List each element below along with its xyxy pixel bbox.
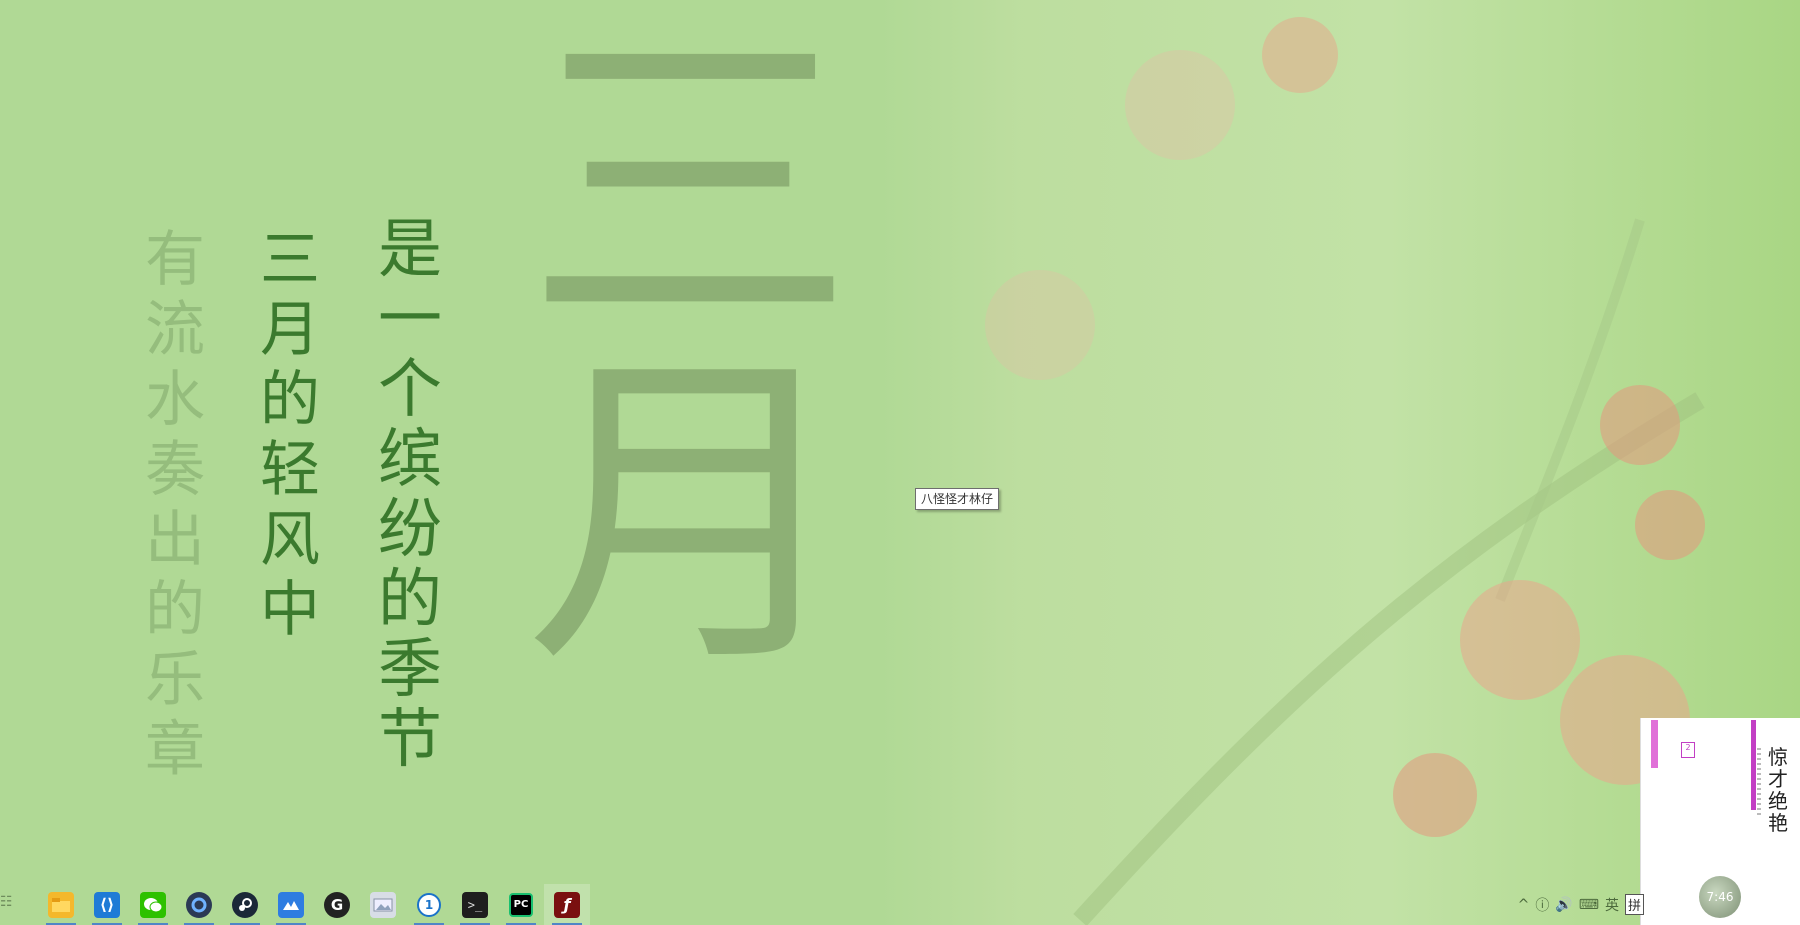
- taskbar-button-wechat[interactable]: [130, 884, 176, 925]
- taskbar-button-password-manager[interactable]: 1: [406, 884, 452, 925]
- file-explorer-icon: [48, 891, 74, 918]
- poem-char: 流: [145, 295, 205, 365]
- big-title-column: 三 月: [520, 20, 860, 680]
- pycharm-icon: PC: [509, 892, 533, 917]
- poem-char: 节: [378, 703, 442, 777]
- big-char: 月: [525, 323, 855, 707]
- taskbar-button-app-ring[interactable]: [176, 884, 222, 925]
- poem-column-3: 有 流 水 奏 出 的 乐 章: [135, 225, 215, 785]
- widget-title-char: 才: [1768, 767, 1788, 791]
- poem-char: 水: [145, 365, 205, 435]
- terminal-icon: >_: [462, 891, 488, 918]
- taskbar-button-flash[interactable]: ƒ: [544, 884, 590, 925]
- poem-char: 风: [260, 505, 320, 575]
- taskbar-button-file-explorer[interactable]: [38, 884, 84, 925]
- steam-icon: [232, 891, 258, 918]
- wechat-icon: [140, 891, 166, 918]
- widget-accent-bar: [1651, 720, 1658, 768]
- widget-subtitle-lines: [1757, 748, 1761, 818]
- taskbar-button-cloud-app[interactable]: [268, 884, 314, 925]
- ime-indicator[interactable]: 拼: [1624, 894, 1644, 915]
- taskbar-button-steam[interactable]: [222, 884, 268, 925]
- app-ring-icon: [186, 891, 212, 918]
- poem-char: 的: [378, 563, 442, 637]
- vscode-icon: ⟨⟩: [94, 891, 120, 918]
- password-manager-tray-icon[interactable]: ⓘ: [1535, 895, 1549, 915]
- poem-char: 出: [145, 505, 205, 575]
- system-tray: ^ ⓘ 🔊 ⌨ 英 拼: [1518, 884, 1800, 925]
- chevron-up-icon[interactable]: ^: [1518, 897, 1530, 913]
- widget-badge: 2: [1681, 742, 1695, 758]
- poem-char: 纷: [378, 493, 442, 567]
- image-viewer-icon: [370, 891, 396, 918]
- keyboard-icon[interactable]: ⌨: [1579, 897, 1599, 913]
- language-indicator[interactable]: 英: [1605, 895, 1619, 915]
- poem-char: 是: [378, 213, 442, 287]
- taskbar-button-g-app[interactable]: G: [314, 884, 360, 925]
- poem-char: 的: [145, 575, 205, 645]
- poem-char: 有: [145, 225, 205, 295]
- poem-char: 季: [378, 633, 442, 707]
- taskbar-apps: ⟨⟩ G 1 >_ PC ƒ: [38, 884, 590, 925]
- g-app-icon: G: [324, 891, 350, 918]
- widget-accent-bar: [1751, 720, 1756, 810]
- taskbar-button-terminal[interactable]: >_: [452, 884, 498, 925]
- taskbar-button-vscode[interactable]: ⟨⟩: [84, 884, 130, 925]
- taskbar: ☷ ⟨⟩ G 1 >_ PC ƒ ^ ⓘ 🔊 ⌨ 英 拼: [0, 884, 1800, 925]
- widget-title-char: 艳: [1768, 811, 1788, 835]
- widget-title-char: 绝: [1768, 789, 1788, 813]
- poem-char: 缤: [378, 423, 442, 497]
- taskbar-button-image-viewer[interactable]: [360, 884, 406, 925]
- poem-char: 轻: [260, 435, 320, 505]
- flash-icon: ƒ: [554, 891, 580, 918]
- poem-char: 中: [260, 575, 320, 645]
- taskbar-button-pycharm[interactable]: PC: [498, 884, 544, 925]
- poem-char: 的: [260, 365, 320, 435]
- task-view-icon[interactable]: ☷: [0, 894, 18, 916]
- cloud-app-icon: [278, 891, 304, 918]
- password-manager-icon: 1: [417, 892, 441, 917]
- desktop-wallpaper: 三 月 是 一 个 缤 纷 的 季 节 三 月 的 轻 风 中 有 流 水 奏 …: [0, 0, 1800, 925]
- poem-char: 奏: [145, 435, 205, 505]
- big-char: 三: [525, 0, 855, 377]
- widget-title: 惊 才 绝 艳: [1767, 746, 1789, 834]
- poem-char: 三: [260, 225, 320, 295]
- poem-char: 个: [378, 353, 442, 427]
- poem-char: 乐: [145, 645, 205, 715]
- volume-icon[interactable]: 🔊: [1555, 897, 1572, 913]
- poem-char: 一: [378, 283, 442, 357]
- poem-char: 月: [260, 295, 320, 365]
- widget-title-char: 惊: [1768, 745, 1788, 769]
- tooltip: 八怪怪才林仔: [915, 488, 1000, 510]
- poem-char: 章: [145, 715, 205, 785]
- poem-column-2: 三 月 的 轻 风 中: [250, 225, 330, 645]
- poem-column-1: 是 一 个 缤 纷 的 季 节: [365, 215, 455, 775]
